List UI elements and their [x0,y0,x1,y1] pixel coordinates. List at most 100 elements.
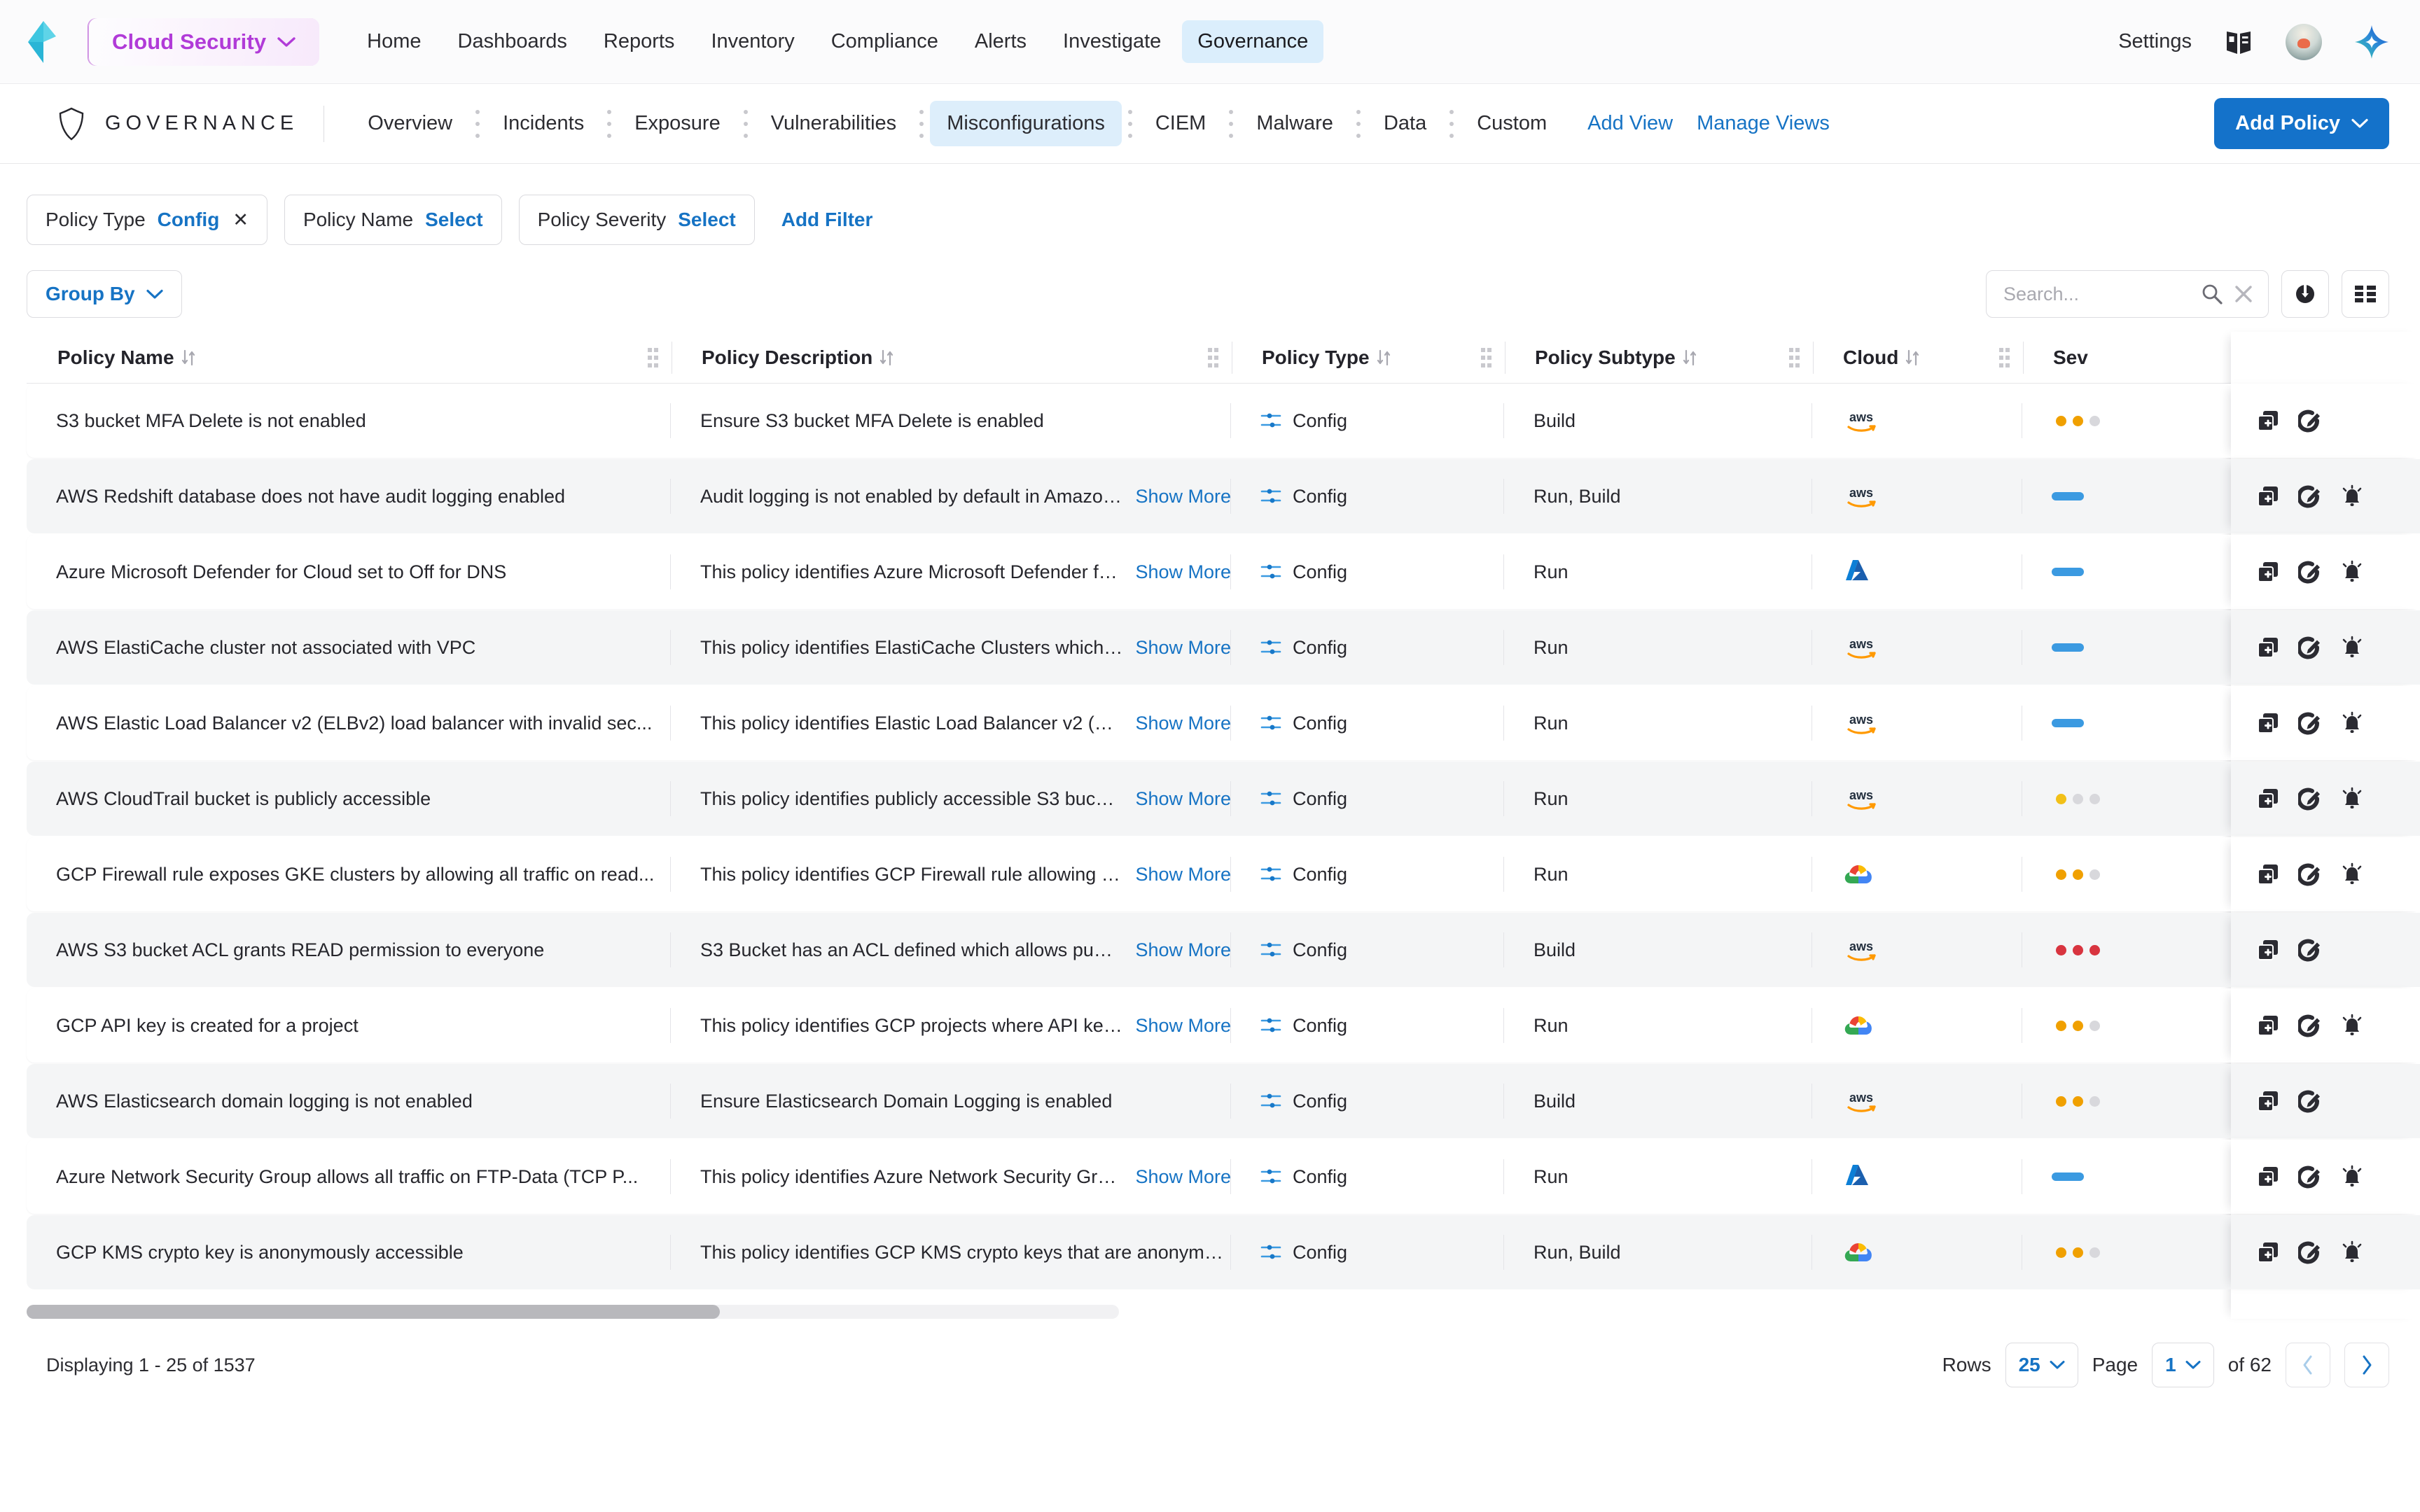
duplicate-icon[interactable] [2256,409,2280,433]
column-settings-button[interactable] [2342,270,2389,318]
tab-misconfigurations[interactable]: Misconfigurations [930,101,1122,146]
filter-chip-policy-name[interactable]: Policy Name Select [284,195,502,245]
nav-item-inventory[interactable]: Inventory [695,20,809,63]
ai-sparkle-icon[interactable] [2354,24,2389,59]
column-resize-grip-icon[interactable] [1789,346,1800,370]
nav-item-investigate[interactable]: Investigate [1048,20,1176,63]
sort-icon[interactable] [181,348,196,368]
previous-page-button[interactable] [2286,1343,2330,1387]
tab-incidents[interactable]: Incidents [486,101,601,146]
close-icon[interactable]: ✕ [232,209,249,231]
table-row[interactable]: GCP API key is created for a project Thi… [27,988,2420,1063]
duplicate-icon[interactable] [2256,560,2280,584]
alarm-icon[interactable] [2340,862,2364,886]
search-input[interactable] [2003,283,2191,305]
sort-icon[interactable] [1905,348,1920,368]
tab-grip-icon[interactable] [605,109,613,138]
nav-item-alerts[interactable]: Alerts [959,20,1042,63]
show-more-link[interactable]: Show More [1135,486,1231,507]
settings-link[interactable]: Settings [2118,30,2192,53]
alarm-icon[interactable] [2340,787,2364,811]
cell-policy-name[interactable]: GCP API key is created for a project [27,988,671,1063]
table-row[interactable]: GCP KMS crypto key is anonymously access… [27,1215,2420,1289]
refresh-button[interactable] [2281,270,2329,318]
filter-chip-policy-severity[interactable]: Policy Severity Select [518,195,755,245]
edit-icon[interactable] [2298,636,2322,659]
alarm-icon[interactable] [2340,1014,2364,1037]
alarm-icon[interactable] [2340,484,2364,508]
tab-grip-icon[interactable] [1447,109,1456,138]
show-more-link[interactable]: Show More [1135,788,1231,810]
sort-icon[interactable] [1376,348,1391,368]
rows-per-page-select[interactable]: 25 [2005,1343,2078,1387]
sort-icon[interactable] [879,348,894,368]
cell-policy-name[interactable]: AWS Redshift database does not have audi… [27,459,671,533]
show-more-link[interactable]: Show More [1135,864,1231,886]
table-row[interactable]: AWS Elastic Load Balancer v2 (ELBv2) loa… [27,686,2420,760]
table-row[interactable]: AWS CloudTrail bucket is publicly access… [27,762,2420,836]
alarm-icon[interactable] [2340,636,2364,659]
cell-policy-name[interactable]: AWS S3 bucket ACL grants READ permission… [27,913,671,987]
column-resize-grip-icon[interactable] [648,346,658,370]
column-header-policy-name[interactable]: Policy Name [28,332,672,383]
show-more-link[interactable]: Show More [1135,637,1231,659]
tab-overview[interactable]: Overview [351,101,469,146]
duplicate-icon[interactable] [2256,862,2280,886]
tab-exposure[interactable]: Exposure [618,101,737,146]
show-more-link[interactable]: Show More [1135,713,1231,734]
duplicate-icon[interactable] [2256,484,2280,508]
filter-chip-policy-type[interactable]: Policy Type Config ✕ [27,195,267,245]
sort-icon[interactable] [1682,348,1697,368]
horizontal-scrollbar[interactable] [27,1305,1119,1319]
cell-policy-name[interactable]: AWS CloudTrail bucket is publicly access… [27,762,671,836]
tab-grip-icon[interactable] [1227,109,1235,138]
table-row[interactable]: AWS ElastiCache cluster not associated w… [27,610,2420,685]
show-more-link[interactable]: Show More [1135,1015,1231,1037]
user-avatar[interactable] [2286,23,2322,60]
tab-ciem[interactable]: CIEM [1139,101,1223,146]
duplicate-icon[interactable] [2256,787,2280,811]
edit-icon[interactable] [2298,1165,2322,1189]
alarm-icon[interactable] [2340,1165,2364,1189]
table-row[interactable]: AWS Elasticsearch domain logging is not … [27,1064,2420,1138]
filter-chip-value[interactable]: Config [158,209,220,231]
show-more-link[interactable]: Show More [1135,939,1231,961]
cell-policy-name[interactable]: Azure Network Security Group allows all … [27,1140,671,1214]
cell-policy-name[interactable]: AWS Elastic Load Balancer v2 (ELBv2) loa… [27,686,671,760]
table-row[interactable]: AWS Redshift database does not have audi… [27,459,2420,533]
show-more-link[interactable]: Show More [1135,1166,1231,1188]
nav-item-dashboards[interactable]: Dashboards [443,20,583,63]
brand-logo-icon[interactable] [25,20,62,63]
duplicate-icon[interactable] [2256,711,2280,735]
page-number-select[interactable]: 1 [2152,1343,2214,1387]
tab-grip-icon[interactable] [742,109,750,138]
tab-data[interactable]: Data [1367,101,1443,146]
add-filter-link[interactable]: Add Filter [781,209,873,231]
duplicate-icon[interactable] [2256,1014,2280,1037]
edit-icon[interactable] [2298,1240,2322,1264]
cell-policy-name[interactable]: AWS ElastiCache cluster not associated w… [27,610,671,685]
column-header-cloud[interactable]: Cloud [1814,332,2024,383]
manage-views-link[interactable]: Manage Views [1697,112,1830,135]
edit-icon[interactable] [2298,711,2322,735]
table-row[interactable]: Azure Network Security Group allows all … [27,1140,2420,1214]
tab-grip-icon[interactable] [917,109,926,138]
tab-malware[interactable]: Malware [1239,101,1350,146]
duplicate-icon[interactable] [2256,938,2280,962]
group-by-button[interactable]: Group By [27,270,182,318]
edit-icon[interactable] [2298,1014,2322,1037]
table-row[interactable]: GCP Firewall rule exposes GKE clusters b… [27,837,2420,911]
edit-icon[interactable] [2298,862,2322,886]
column-resize-grip-icon[interactable] [1481,346,1491,370]
nav-item-compliance[interactable]: Compliance [816,20,954,63]
search-icon[interactable] [2201,283,2223,305]
add-view-link[interactable]: Add View [1587,112,1673,135]
edit-icon[interactable] [2298,1089,2322,1113]
edit-icon[interactable] [2298,787,2322,811]
cell-policy-name[interactable]: Azure Microsoft Defender for Cloud set t… [27,535,671,609]
nav-item-home[interactable]: Home [352,20,436,63]
cell-policy-name[interactable]: GCP KMS crypto key is anonymously access… [27,1215,671,1289]
filter-chip-value[interactable]: Select [425,209,483,231]
edit-icon[interactable] [2298,484,2322,508]
edit-icon[interactable] [2298,560,2322,584]
